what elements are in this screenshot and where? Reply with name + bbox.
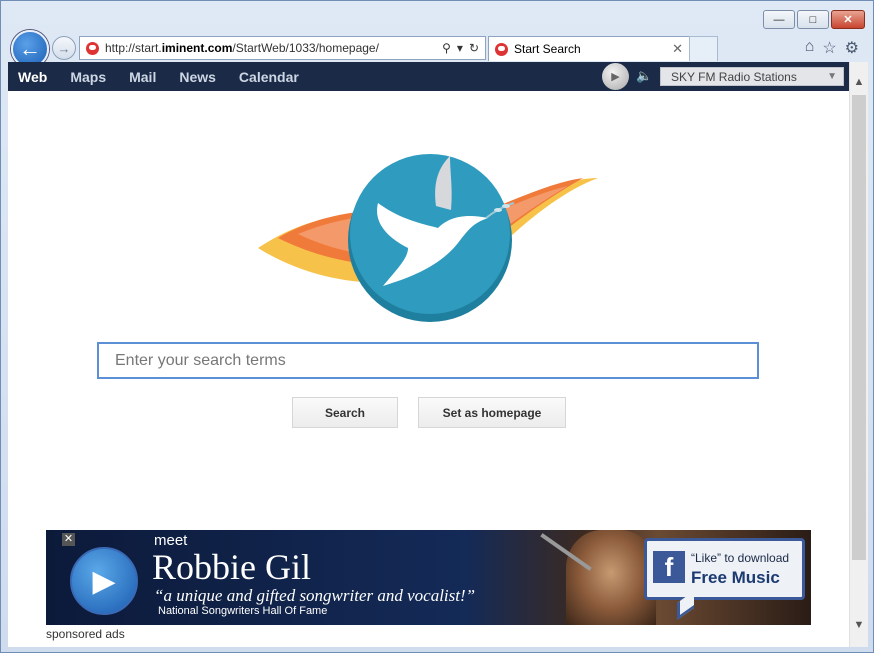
top-navbar: Web Maps Mail News Calendar ▶ 🔈 SKY FM R… [8, 62, 849, 91]
nav-item-web[interactable]: Web [18, 69, 47, 85]
radio-station-label: SKY FM Radio Stations [671, 69, 797, 84]
tab-favicon-icon [495, 42, 508, 56]
like-to-download-text: “Like” to download [691, 551, 790, 565]
play-icon: ▶ [611, 71, 620, 83]
page-content: Web Maps Mail News Calendar ▶ 🔈 SKY FM R… [8, 62, 849, 647]
speech-bubble-tail [677, 591, 694, 620]
scroll-down-icon[interactable]: ▼ [850, 615, 868, 635]
new-tab-button[interactable] [689, 36, 718, 61]
refresh-icon[interactable]: ↻ [469, 41, 479, 55]
nav-item-news[interactable]: News [179, 69, 216, 85]
url-text[interactable]: http://start.iminent.com/StartWeb/1033/h… [105, 41, 442, 55]
facebook-like-box[interactable]: f “Like” to download Free Music [644, 538, 805, 620]
tab-start-search[interactable]: Start Search ✕ [488, 36, 690, 61]
facebook-icon: f [653, 551, 685, 583]
vertical-scrollbar[interactable]: ▲ ▼ [849, 62, 868, 647]
ad-play-button[interactable]: ▶ [70, 547, 138, 615]
tab-title: Start Search [514, 42, 581, 56]
nav-item-mail[interactable]: Mail [129, 69, 156, 85]
browser-tools: ⌂ ☆ ⚙ [805, 38, 859, 58]
nav-item-maps[interactable]: Maps [70, 69, 106, 85]
radio-station-select[interactable]: SKY FM Radio Stations ▼ [660, 67, 844, 86]
volume-icon[interactable]: 🔈 [636, 68, 652, 84]
nav-item-calendar[interactable]: Calendar [239, 69, 299, 85]
minimize-button[interactable]: — [763, 10, 795, 29]
scroll-up-icon[interactable]: ▲ [850, 72, 868, 92]
close-button[interactable]: ✕ [831, 10, 865, 29]
radio-play-button[interactable]: ▶ [602, 63, 629, 90]
free-music-text: Free Music [691, 568, 780, 587]
back-arrow-icon: ← [19, 36, 41, 61]
favorites-star-icon[interactable]: ☆ [822, 38, 836, 58]
set-homepage-button[interactable]: Set as homepage [418, 397, 566, 428]
settings-gear-icon[interactable]: ⚙ [845, 38, 859, 58]
tab-close-icon[interactable]: ✕ [672, 41, 683, 57]
site-favicon-icon [86, 41, 99, 55]
ad-artist-name: Robbie Gil [152, 547, 311, 587]
dropdown-arrow-icon[interactable]: ▾ [457, 41, 463, 55]
play-icon: ▶ [92, 564, 116, 598]
ad-subtitle: National Songwriters Hall Of Fame [158, 605, 328, 617]
artist-photo [566, 530, 656, 625]
sponsored-ad-banner[interactable]: ✕ ▶ meet Robbie Gil “a unique and gifted… [46, 530, 811, 625]
forward-arrow-icon: → [57, 40, 71, 56]
search-button[interactable]: Search [292, 397, 398, 428]
ad-quote: “a unique and gifted songwriter and voca… [154, 586, 476, 605]
search-input[interactable]: Enter your search terms [97, 342, 759, 379]
chevron-down-icon: ▼ [827, 71, 837, 82]
dove-logo [258, 154, 598, 322]
window-controls: — □ ✕ [763, 10, 865, 29]
address-tools: ⚲ ▾ ↻ [442, 41, 485, 55]
home-icon[interactable]: ⌂ [805, 38, 815, 58]
sponsored-label: sponsored ads [46, 627, 125, 641]
forward-button[interactable]: → [52, 36, 76, 60]
scroll-thumb[interactable] [852, 95, 866, 560]
close-ad-icon[interactable]: ✕ [62, 533, 75, 546]
maximize-button[interactable]: □ [797, 10, 829, 29]
address-bar[interactable]: http://start.iminent.com/StartWeb/1033/h… [79, 36, 486, 60]
search-icon[interactable]: ⚲ [442, 41, 451, 55]
